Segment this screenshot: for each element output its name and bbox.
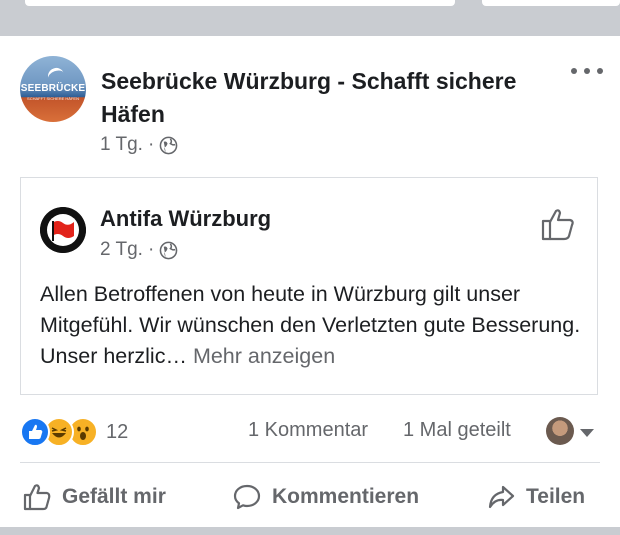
reaction-count: 12 — [106, 420, 129, 443]
post-time[interactable]: 1 Tg. — [100, 134, 143, 156]
previous-post-edge — [25, 0, 455, 6]
shares-count[interactable]: 1 Mal geteilt — [403, 419, 511, 442]
share-button[interactable]: Teilen — [486, 472, 585, 522]
globe-icon — [159, 241, 178, 259]
page-avatar[interactable]: SEEBRÜCKE SCHAFFT SICHERE HÄFEN — [20, 56, 86, 122]
dot-icon — [597, 68, 603, 74]
thumbs-up-icon — [23, 484, 51, 511]
post-meta: 1 Tg. · — [100, 134, 178, 156]
dot-icon — [584, 68, 590, 74]
shared-post-time[interactable]: 2 Tg. — [100, 239, 143, 261]
comment-button[interactable]: Kommentieren — [232, 472, 419, 522]
share-button-label: Teilen — [526, 485, 586, 508]
shared-post-text: Allen Betroffenen von heute in Würzburg … — [40, 279, 585, 372]
shared-post[interactable]: Antifa Würzburg 2 Tg. · Allen Betroffene… — [20, 177, 598, 395]
globe-icon — [159, 136, 178, 154]
shared-post-meta: 2 Tg. · — [100, 239, 178, 261]
previous-post-edge-right — [482, 0, 620, 6]
divider — [20, 462, 600, 463]
like-button[interactable]: Gefällt mir — [22, 472, 166, 522]
comment-icon — [233, 484, 261, 510]
post-card: SEEBRÜCKE SCHAFFT SICHERE HÄFEN Seebrück… — [0, 36, 620, 527]
dot-icon — [571, 68, 577, 74]
feed-background-top — [0, 0, 620, 36]
shared-page-name[interactable]: Antifa Würzburg — [100, 206, 271, 232]
viewer-avatar[interactable] — [546, 417, 574, 445]
avatar-sub-text: SCHAFFT SICHERE HÄFEN — [27, 96, 79, 101]
like-icon — [20, 417, 50, 447]
comment-button-label: Kommentieren — [272, 485, 420, 508]
comments-count[interactable]: 1 Kommentar — [248, 419, 368, 442]
show-more-link[interactable]: Mehr anzeigen — [193, 344, 335, 368]
meta-separator: · — [147, 239, 155, 260]
like-page-icon[interactable] — [540, 207, 576, 241]
reactions-summary[interactable]: 12 — [20, 417, 128, 447]
antifa-avatar[interactable] — [40, 207, 86, 253]
page-name[interactable]: Seebrücke Würzburg - Schafft sichere Häf… — [101, 65, 561, 131]
feed-background-bottom — [0, 527, 620, 535]
meta-separator: · — [147, 134, 155, 155]
like-button-label: Gefällt mir — [62, 485, 166, 508]
share-icon — [488, 485, 515, 509]
chevron-down-icon[interactable] — [580, 429, 594, 437]
more-options-button[interactable] — [571, 64, 603, 78]
avatar-brand-text: SEEBRÜCKE — [20, 83, 86, 94]
action-bar: Gefällt mir Kommentieren Teilen — [0, 472, 620, 522]
